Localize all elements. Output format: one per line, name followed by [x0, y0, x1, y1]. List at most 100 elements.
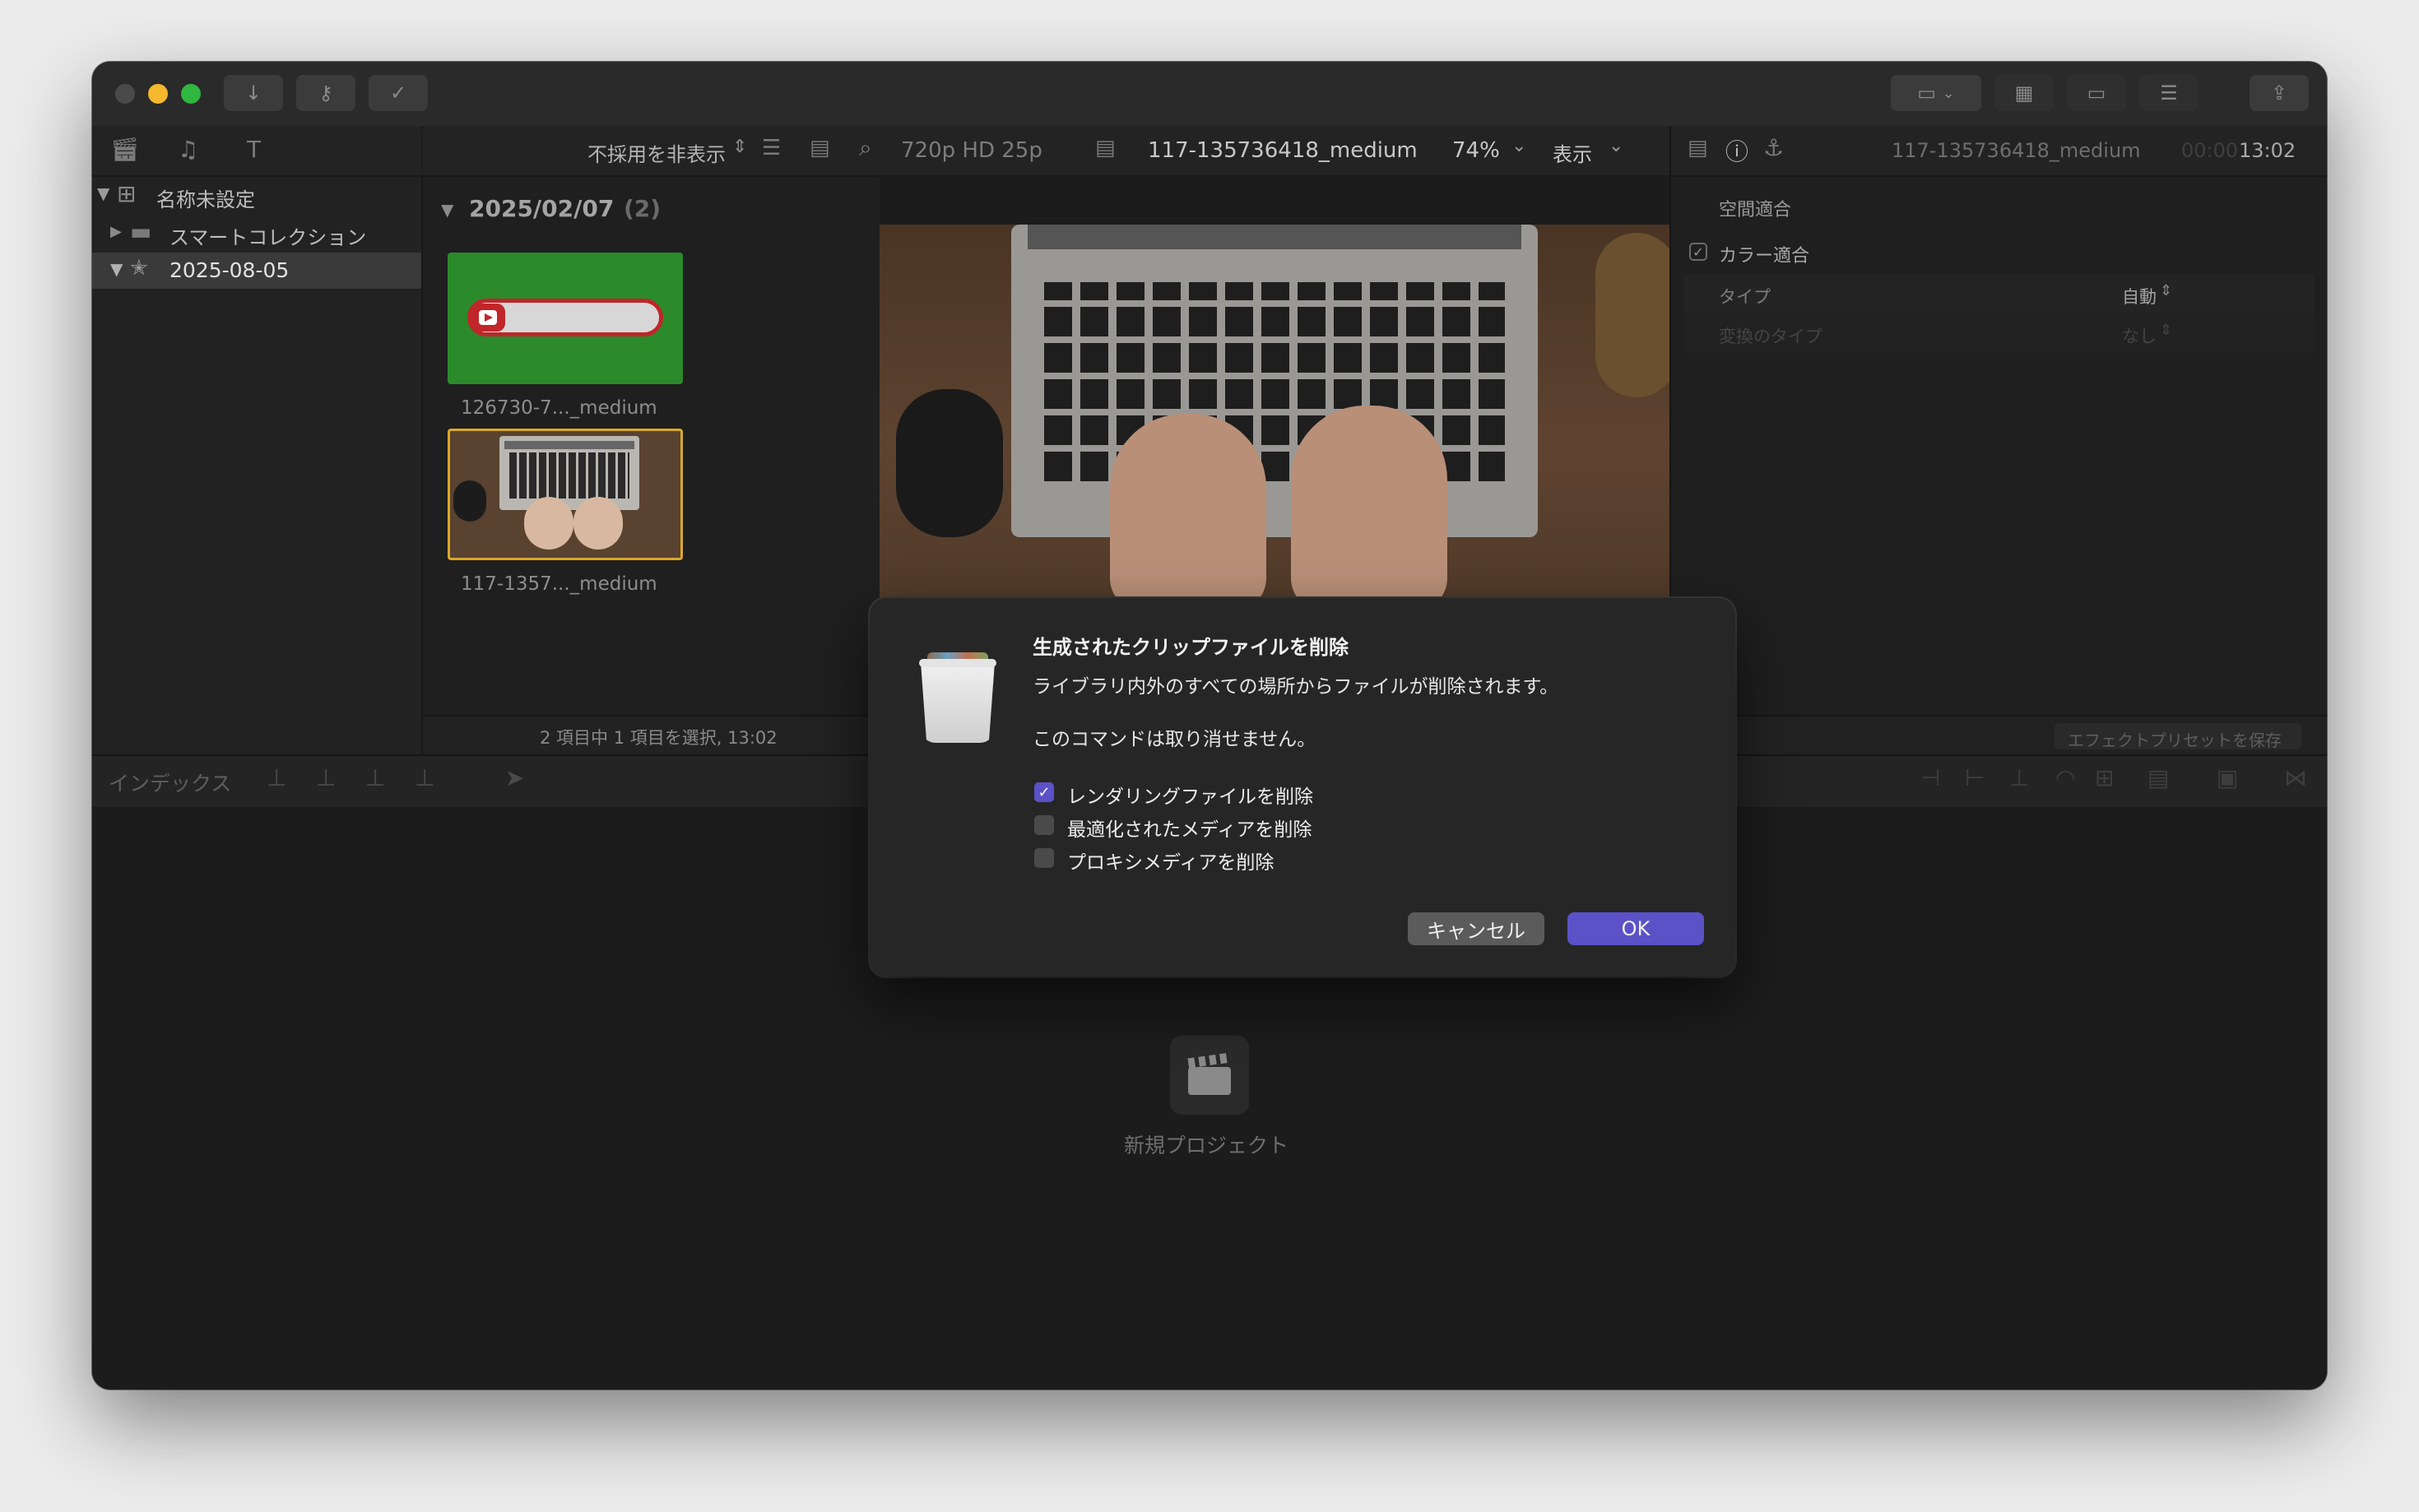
clip-icon: ▤ — [1095, 136, 1116, 160]
inspector: 空間適合 ✓ カラー適合 タイプ 自動 ⇕ 変換のタイプ なし ⇕ エフェクトプ… — [1669, 177, 2327, 756]
timeline-toggle-button[interactable]: ▭ — [2067, 75, 2126, 111]
clip-appearance-icon[interactable]: ▤ — [2147, 764, 2169, 791]
disclosure-triangle-icon[interactable]: ▶ — [110, 223, 122, 240]
browser-status-bar: 2 項目中 1 項目を選択, 13:02 — [423, 715, 880, 756]
delete-render-files-checkbox[interactable]: ✓ — [1034, 782, 1054, 802]
trash-icon — [919, 644, 996, 744]
checkmark-circle-icon: ✓ — [389, 81, 407, 104]
headphones-icon[interactable]: ◠ — [2055, 764, 2075, 791]
option-label: レンダリングファイルを削除 — [1067, 786, 1313, 808]
group-date: 2025/02/07 — [469, 195, 615, 222]
sidebar-item-smart-collection[interactable]: ▶ ▬ スマートコレクション — [92, 215, 421, 251]
event-browser: ▼ 2025/02/07 (2) 126730-7..._medium 117-… — [423, 177, 880, 756]
clip-name: 126730-7..._medium — [461, 397, 657, 419]
type-popup[interactable]: 自動 — [2122, 284, 2157, 308]
titles-generators-icon[interactable]: T — [247, 136, 261, 163]
sidebar-header: 🎬︎ ♫ T — [92, 126, 421, 177]
new-project-button[interactable] — [1170, 1036, 1249, 1115]
close-button[interactable] — [115, 84, 135, 104]
inspector-row-type: タイプ 自動 ⇕ — [1684, 274, 2315, 313]
share-inspector-icon[interactable]: ⚓︎ — [1763, 134, 1784, 161]
view-dropdown[interactable]: 表示 — [1553, 138, 1592, 167]
color-conform-label: カラー適合 — [1719, 246, 1810, 267]
filmstrip-icon[interactable]: ▤ — [810, 136, 830, 160]
conversion-label: 変換のタイプ — [1719, 327, 1822, 346]
browser-toggle-button[interactable]: ▦ — [1994, 75, 2054, 111]
conversion-popup[interactable]: なし — [2122, 323, 2157, 348]
minimize-button[interactable] — [148, 84, 168, 104]
cancel-button[interactable]: キャンセル — [1408, 912, 1544, 945]
color-conform-checkbox[interactable]: ✓ — [1689, 243, 1707, 261]
monitor-icon: ▭ — [1917, 81, 1936, 104]
save-preset-label: エフェクトプリセットを保存 — [2068, 730, 2282, 750]
headphones-graphic — [896, 389, 1003, 537]
select-tool-icon[interactable]: ➤ — [505, 764, 524, 791]
disclosure-triangle-icon[interactable]: ▼ — [97, 183, 109, 203]
insert-icon[interactable]: ⊥ — [316, 764, 336, 791]
info-icon[interactable]: ⓘ — [1725, 134, 1748, 167]
connect-icon[interactable]: ⊥ — [267, 764, 286, 791]
timecode: 13:02 — [2239, 139, 2296, 162]
share-icon: ⇪ — [2270, 81, 2288, 104]
ok-button[interactable]: OK — [1567, 912, 1704, 945]
background-tasks-button[interactable]: ✓ — [369, 75, 428, 111]
disclosure-triangle-icon[interactable]: ▼ — [441, 200, 453, 220]
sidebar-item-label: スマートコレクション — [169, 226, 367, 249]
skimming-icon[interactable]: ⊣ — [1920, 764, 1940, 791]
disclosure-triangle-icon[interactable]: ▼ — [110, 259, 123, 279]
hand-graphic — [524, 497, 573, 550]
youtube-play-icon — [471, 304, 505, 332]
grid-icon: ▦ — [2014, 81, 2034, 104]
libraries-icon[interactable]: 🎬︎ — [110, 136, 140, 163]
hand-graphic — [1110, 414, 1266, 611]
search-icon[interactable]: ⌕ — [859, 134, 872, 162]
new-project-label: 新規プロジェクト — [1124, 1134, 1289, 1157]
audio-skimming-icon[interactable]: ⊢ — [1965, 764, 1985, 791]
clip-name: 117-1357..._medium — [461, 573, 657, 595]
list-view-icon[interactable]: ☰ — [762, 136, 781, 160]
share-button[interactable]: ⇪ — [2250, 75, 2309, 111]
filter-dropdown[interactable]: 不採用を非表示 — [587, 138, 726, 167]
chevron-down-icon: ⌄ — [1942, 84, 1955, 102]
up-down-chevron-icon: ⇕ — [2160, 282, 2173, 299]
delete-optimized-media-checkbox[interactable] — [1034, 815, 1054, 835]
save-preset-button[interactable]: エフェクトプリセットを保存 — [2055, 723, 2301, 750]
snapping-icon[interactable]: ⊞ — [2095, 764, 2114, 791]
clip-thumbnail[interactable] — [448, 253, 683, 384]
key-icon: ⚷ — [318, 81, 333, 104]
inspector-row-conversion: 変換のタイプ なし ⇕ — [1684, 313, 2315, 353]
inspector-footer: エフェクトプリセットを保存 — [1671, 715, 2327, 756]
library-sidebar: ▼ ⊞ 名称未設定 ▶ ▬ スマートコレクション ▼ ✭ 2025-08-05 — [92, 177, 423, 754]
option-label: 最適化されたメディアを削除 — [1067, 819, 1312, 841]
solo-icon[interactable]: ⊥ — [2009, 764, 2029, 791]
event-star-icon: ✭ — [130, 256, 148, 281]
append-icon[interactable]: ⊥ — [365, 764, 385, 791]
inspector-toggle-button[interactable]: ☰ — [2139, 75, 2198, 111]
delete-proxy-media-checkbox[interactable] — [1034, 848, 1054, 868]
delete-render-files-dialog: 生成されたクリップファイルを削除 ライブラリ内外のすべての場所からファイルが削除… — [870, 598, 1735, 976]
keywords-button[interactable]: ⚷ — [296, 75, 355, 111]
sliders-icon: ☰ — [2160, 81, 2178, 104]
chevron-down-icon: ⌄ — [1609, 136, 1624, 156]
import-button[interactable]: ↓ — [224, 75, 283, 111]
sidebar-item-label: 2025-08-05 — [169, 258, 290, 282]
dialog-title: 生成されたクリップファイルを削除 — [1033, 636, 1349, 659]
zoom-dropdown[interactable]: 74% — [1452, 138, 1500, 163]
clip-thumbnail-selected[interactable] — [448, 429, 683, 560]
inspector-clip-name: 117-135736418_medium — [1892, 139, 2141, 162]
overwrite-icon[interactable]: ⊥ — [415, 764, 434, 791]
index-button[interactable]: インデックス — [109, 768, 231, 797]
sidebar-item-library[interactable]: ▼ ⊞ 名称未設定 — [92, 177, 421, 213]
clapperboard-icon — [1188, 1067, 1231, 1095]
workspace-dropdown[interactable]: ▭ ⌄ — [1891, 75, 1981, 111]
viewer-clip-name: 117-135736418_medium — [1148, 138, 1418, 163]
sidebar-item-event[interactable]: ▼ ✭ 2025-08-05 — [92, 253, 421, 289]
browser-header: 不採用を非表示 ⇕ ☰ ▤ ⌕ — [423, 126, 880, 177]
effects-browser-icon[interactable]: ▣ — [2217, 764, 2238, 791]
zoom-button[interactable] — [181, 84, 201, 104]
video-inspector-icon[interactable]: ▤ — [1688, 136, 1708, 160]
library-grid-icon: ⊞ — [117, 180, 137, 207]
spatial-conform-label: 空間適合 — [1719, 200, 1792, 220]
transitions-browser-icon[interactable]: ⋈ — [2284, 764, 2307, 791]
photos-audio-icon[interactable]: ♫ — [178, 136, 198, 163]
